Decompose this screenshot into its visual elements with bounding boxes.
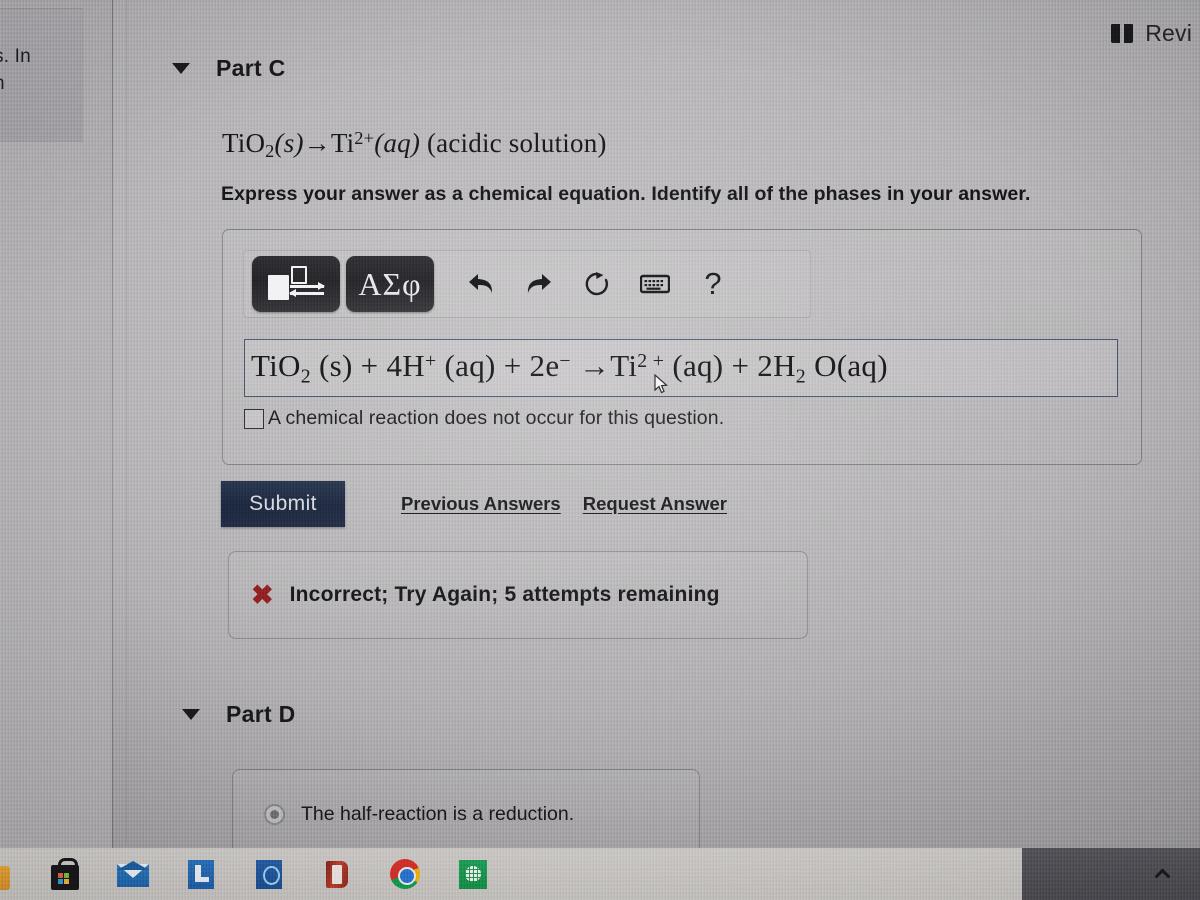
radio-button-reduction[interactable]: [264, 804, 285, 825]
taskbar-app-partial-icon[interactable]: [0, 866, 10, 890]
reset-circular-arrow-icon: [585, 272, 608, 296]
assignment-content: Part C TiO2(s)→Ti2+(aq) (acidic solution…: [0, 0, 1200, 866]
taskbar-microsoft-store-icon[interactable]: [48, 857, 82, 891]
x-mark-icon: ✖: [251, 579, 274, 610]
prompt-phase-a: (s): [274, 128, 304, 159]
equation-value: TiO2 (s) + 4H+ (aq) + 2e− →Ti2 + (aq) + …: [251, 347, 888, 388]
keyboard-button[interactable]: [626, 256, 684, 312]
review-label: Revi: [1145, 20, 1192, 46]
prompt-formula-a-sub: 2: [265, 141, 275, 162]
equation-editor-toolbar: ΑΣφ ?: [243, 250, 811, 318]
template-icon: [266, 266, 326, 302]
help-button[interactable]: ?: [684, 256, 742, 312]
equation-input-field[interactable]: TiO2 (s) + 4H+ (aq) + 2e− →Ti2 + (aq) + …: [244, 339, 1118, 397]
greek-symbols-button[interactable]: ΑΣφ: [346, 256, 434, 312]
part-d-header[interactable]: Part D: [182, 701, 296, 728]
prompt-formula-a: TiO: [222, 128, 266, 159]
caret-down-icon[interactable]: [172, 63, 190, 74]
part-d-option-reduction[interactable]: The half-reaction is a reduction.: [264, 803, 574, 826]
taskbar-cortana-icon[interactable]: [252, 857, 286, 891]
taskbar-chrome-icon[interactable]: [388, 857, 422, 891]
redo-arrow-icon: [527, 274, 551, 293]
previous-answers-link[interactable]: Previous Answers: [401, 493, 561, 515]
mouse-cursor: [654, 374, 668, 394]
undo-arrow-icon: [469, 274, 493, 293]
part-c-prompt-equation: TiO2(s)→Ti2+(aq) (acidic solution): [222, 128, 607, 162]
taskbar-mail-icon[interactable]: [116, 857, 150, 891]
submit-button[interactable]: Submit: [221, 481, 345, 527]
part-d-option-label: The half-reaction is a reduction.: [301, 803, 575, 825]
taskbar-tray-area: [1022, 848, 1200, 900]
no-reaction-label: A chemical reaction does not occur for t…: [268, 407, 725, 429]
prompt-formula-b: Ti: [330, 128, 355, 159]
taskbar-linkedin-icon[interactable]: [184, 857, 218, 891]
prompt-formula-b-sup: 2+: [354, 128, 375, 148]
part-c-title: Part C: [216, 55, 286, 81]
part-c-header[interactable]: Part C: [172, 55, 286, 82]
prompt-phase-b: (aq): [374, 128, 421, 159]
no-reaction-row[interactable]: A chemical reaction does not occur for t…: [244, 407, 724, 430]
greek-letters-label: ΑΣφ: [358, 265, 422, 302]
screen-photo: s. In n Revi Part C TiO2(s)→Ti2+(aq) (ac…: [0, 0, 1200, 900]
prompt-arrow: →: [303, 128, 331, 159]
book-icon: [1111, 24, 1134, 43]
taskbar-excel-icon[interactable]: [456, 857, 490, 891]
part-c-instruction: Express your answer as a chemical equati…: [221, 183, 1031, 205]
taskbar-office-icon[interactable]: [320, 857, 354, 891]
feedback-banner: ✖ Incorrect; Try Again; 5 attempts remai…: [228, 551, 808, 639]
keyboard-icon: [640, 274, 670, 294]
windows-taskbar: [0, 848, 1200, 900]
request-answer-link[interactable]: Request Answer: [583, 493, 727, 515]
answer-entry-box: ΑΣφ ? TiO2 (s) + 4H+ (aq) + 2e− →Ti2 + (…: [222, 229, 1142, 465]
prompt-note: (acidic solution): [426, 128, 607, 159]
undo-button[interactable]: [452, 256, 510, 312]
taskbar-app-icons: [48, 857, 490, 891]
reset-button[interactable]: [568, 256, 626, 312]
caret-down-icon[interactable]: [182, 709, 200, 720]
part-d-title: Part D: [226, 701, 296, 727]
submit-row: Submit Previous Answers Request Answer: [221, 481, 727, 527]
review-link[interactable]: Revi: [1111, 20, 1192, 47]
feedback-text: Incorrect; Try Again; 5 attempts remaini…: [289, 583, 720, 606]
show-hidden-icons-chevron[interactable]: [1154, 866, 1170, 882]
no-reaction-checkbox[interactable]: [244, 408, 264, 429]
chemistry-template-button[interactable]: [252, 256, 340, 312]
redo-button[interactable]: [510, 256, 568, 312]
